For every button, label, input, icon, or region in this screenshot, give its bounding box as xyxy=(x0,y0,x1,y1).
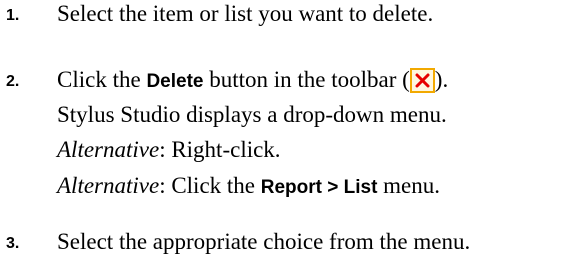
text: button in the toolbar ( xyxy=(203,67,410,92)
text: ). xyxy=(434,67,449,92)
alternative-line: Alternative: Right-click. xyxy=(57,136,281,164)
text: : Click the xyxy=(159,173,261,198)
alternative-label: Alternative xyxy=(57,173,160,198)
step-number: 1. xyxy=(6,7,20,24)
step-number: 2. xyxy=(6,73,20,90)
ui-term-report-list: Report > List xyxy=(260,177,378,198)
step-text: Select the appropriate choice from the m… xyxy=(57,229,471,254)
text: menu. xyxy=(377,173,441,198)
text: : Right-click. xyxy=(159,137,281,162)
ui-term-delete: Delete xyxy=(146,71,204,92)
alternative-line: Alternative: Click the Report > List men… xyxy=(57,172,440,202)
text: Click the xyxy=(57,67,147,92)
delete-x-icon xyxy=(409,68,435,93)
step-text: Click the Delete button in the toolbar (… xyxy=(57,66,448,96)
alternative-label: Alternative xyxy=(57,137,160,162)
step-number: 3. xyxy=(6,235,20,252)
instructions: 1. Select the item or list you want to d… xyxy=(0,0,585,264)
step-text: Stylus Studio displays a drop-down menu. xyxy=(57,102,447,127)
step-text: Select the item or list you want to dele… xyxy=(57,1,434,26)
